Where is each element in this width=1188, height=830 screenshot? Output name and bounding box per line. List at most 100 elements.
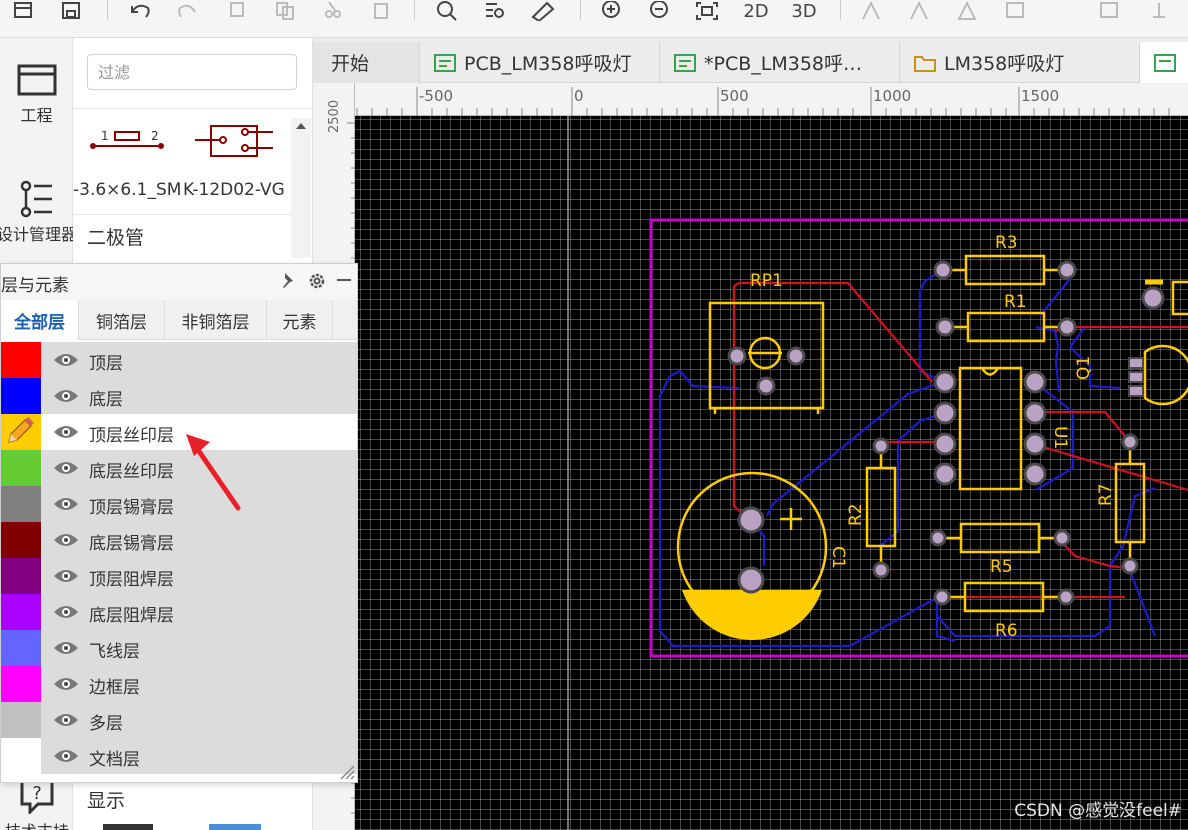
file-icon[interactable] [8, 0, 38, 22]
tab-all-layers[interactable]: 全部层 [1, 300, 79, 340]
pcb-canvas[interactable]: R3 R1 RP1 Q1 U1 R2 C1 R7 R5 R6 [355, 116, 1188, 830]
layer-row-document[interactable]: 文档层 [1, 738, 357, 774]
label-r6: R6 [995, 621, 1018, 641]
align-left-icon[interactable] [856, 0, 886, 22]
designators: R3 R1 RP1 Q1 U1 R2 C1 R7 R5 R6 [750, 233, 1116, 641]
distribute-icon[interactable] [1000, 0, 1030, 22]
toolbar-divider [580, 0, 581, 20]
tab-copper-layers[interactable]: 铜箔层 [79, 300, 165, 340]
layer-row-top[interactable]: 顶层 [1, 342, 357, 378]
layer-name: 顶层阻焊层 [89, 570, 174, 590]
tab-pcb[interactable]: PCB_LM358呼吸灯 [420, 42, 660, 83]
eye-icon[interactable] [53, 423, 79, 441]
h-ruler-label: 0 [574, 87, 584, 105]
layer-row-top-paste[interactable]: 顶层锡膏层 [1, 486, 357, 522]
support-nav[interactable]: ? 技术支持 [0, 776, 82, 830]
tab-active[interactable] [1140, 42, 1188, 83]
gear-icon[interactable] [306, 271, 328, 293]
layer-color-swatch[interactable] [1, 630, 41, 666]
layer-color-swatch[interactable] [1, 738, 41, 774]
library-scrollbar[interactable] [291, 118, 311, 258]
align-bottom-icon[interactable] [1144, 0, 1174, 22]
eye-icon[interactable] [53, 639, 79, 657]
svg-text:?: ? [32, 783, 42, 804]
layer-name: 飞线层 [89, 642, 140, 662]
tab-non-copper-layers[interactable]: 非铜箔层 [165, 300, 267, 340]
folder-icon [17, 64, 56, 96]
part-name: -3.6×6.1_SM [73, 180, 182, 200]
layer-color-swatch[interactable] [1, 666, 41, 702]
align-right-icon[interactable] [952, 0, 982, 22]
redo-icon[interactable] [172, 0, 202, 22]
layer-row-bottom-paste[interactable]: 底层锡膏层 [1, 522, 357, 558]
label-r3: R3 [995, 233, 1018, 253]
layer-row-top-soldermask[interactable]: 顶层阻焊层 [1, 558, 357, 594]
layer-color-swatch[interactable] [1, 450, 41, 486]
display-section-label[interactable]: 显示 [87, 786, 125, 813]
layer-row-bottom-silkscreen[interactable]: 底层丝印层 [1, 450, 357, 486]
tab-pcb-modified[interactable]: *PCB_LM358呼… [660, 42, 900, 83]
layer-color-swatch[interactable] [1, 702, 41, 738]
layer-color-swatch[interactable] [1, 522, 41, 558]
eye-icon[interactable] [53, 459, 79, 477]
measure-icon[interactable] [528, 0, 558, 22]
cut-icon[interactable] [318, 0, 348, 22]
layer-tabs: 全部层 铜箔层 非铜箔层 元素 [1, 300, 357, 340]
layer-color-swatch[interactable] [1, 486, 41, 522]
tab-label: LM358呼吸灯 [944, 53, 1065, 75]
layer-row-bottom[interactable]: 底层 [1, 378, 357, 414]
save-icon[interactable] [56, 0, 86, 22]
category-diode[interactable]: 二极管 [87, 223, 144, 250]
view-2d-button[interactable]: 2D [738, 0, 774, 22]
part-thumbnail[interactable]: 12 -3.6×6.1_SM [73, 110, 183, 215]
view-3d-button[interactable]: 3D [786, 0, 822, 22]
search-icon[interactable] [432, 0, 462, 22]
h-ruler-label: 500 [720, 87, 749, 105]
tab-elements[interactable]: 元素 [267, 300, 333, 340]
project-nav[interactable]: 工程 [0, 60, 73, 126]
layer-row-outline[interactable]: 边框层 [1, 666, 357, 702]
undo-icon[interactable] [125, 0, 155, 22]
eye-icon[interactable] [53, 531, 79, 549]
paste-icon[interactable] [270, 0, 300, 22]
align-top-icon[interactable] [1094, 0, 1124, 22]
minimize-icon[interactable] [333, 271, 355, 293]
toolbar-divider [840, 0, 841, 20]
layer-color-swatch[interactable] [1, 342, 41, 378]
part-thumbnail[interactable]: K-12D02-VG [183, 110, 293, 215]
eye-icon[interactable] [53, 567, 79, 585]
eye-icon[interactable] [53, 603, 79, 621]
tab-label: 开始 [331, 53, 370, 75]
find-list-icon[interactable] [480, 0, 510, 22]
layer-row-multilayer[interactable]: 多层 [1, 702, 357, 738]
delete-icon[interactable] [366, 0, 396, 22]
tab-start[interactable]: 开始 [313, 42, 420, 83]
layer-color-swatch[interactable] [1, 558, 41, 594]
label-c1: C1 [828, 546, 848, 569]
filter-input[interactable] [87, 54, 297, 90]
eye-icon[interactable] [53, 351, 79, 369]
layer-row-ratline[interactable]: 飞线层 [1, 630, 357, 666]
layer-color-swatch[interactable] [1, 594, 41, 630]
eye-icon[interactable] [53, 675, 79, 693]
fit-view-icon[interactable] [692, 0, 722, 22]
eye-icon[interactable] [53, 495, 79, 513]
layer-row-top-silkscreen[interactable]: 顶层丝印层 [1, 414, 357, 450]
h-ruler-label: 1500 [1021, 87, 1060, 105]
design-manager-nav[interactable]: 设计管理器 [0, 180, 82, 246]
zoom-in-icon[interactable] [596, 0, 626, 22]
layer-color-swatch[interactable] [1, 378, 41, 414]
eye-icon[interactable] [53, 747, 79, 765]
tab-project[interactable]: LM358呼吸灯 [900, 42, 1140, 83]
pencil-icon [8, 417, 34, 443]
eye-icon[interactable] [53, 387, 79, 405]
align-center-icon[interactable] [904, 0, 934, 22]
pin-icon[interactable] [277, 271, 299, 293]
zoom-out-icon[interactable] [644, 0, 674, 22]
copy-icon[interactable] [222, 0, 252, 22]
layer-color-swatch[interactable] [1, 414, 41, 450]
layer-row-bottom-soldermask[interactable]: 底层阻焊层 [1, 594, 357, 630]
resize-grip-icon[interactable] [337, 762, 355, 780]
eye-icon[interactable] [53, 711, 79, 729]
pcb-icon [1154, 53, 1176, 72]
